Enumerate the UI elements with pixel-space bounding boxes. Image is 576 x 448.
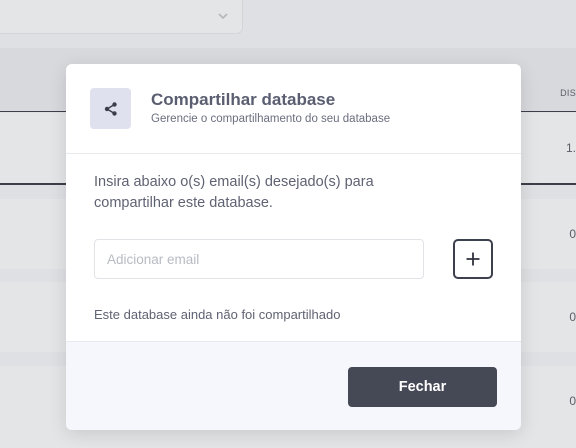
share-icon-box [90,88,131,129]
instructions-text: Insira abaixo o(s) email(s) desejado(s) … [94,174,374,211]
add-email-button[interactable] [453,239,493,279]
modal-header: Compartilhar database Gerencie o compart… [66,64,521,154]
modal-body: Insira abaixo o(s) email(s) desejado(s) … [66,154,521,341]
modal-title: Compartilhar database [151,90,336,109]
share-status-text: Este database ainda não foi compartilhad… [94,307,341,322]
background-cell: 0 [569,394,576,408]
plus-icon [466,252,480,266]
background-column-header: DIS [560,88,576,98]
close-button[interactable]: Fechar [348,367,497,407]
email-input[interactable] [94,239,424,279]
chevron-down-icon [218,13,228,20]
background-cell: 0 [569,310,576,324]
modal-footer: Fechar [66,341,521,430]
background-table-row [0,436,576,448]
modal-subtitle: Gerencie o compartilhamento do seu datab… [151,113,391,125]
share-database-modal: Compartilhar database Gerencie o compart… [66,64,521,430]
share-icon [104,101,117,116]
background-select [0,0,243,34]
background-cell: 0 [569,227,576,241]
background-cell: 1. [565,141,576,155]
